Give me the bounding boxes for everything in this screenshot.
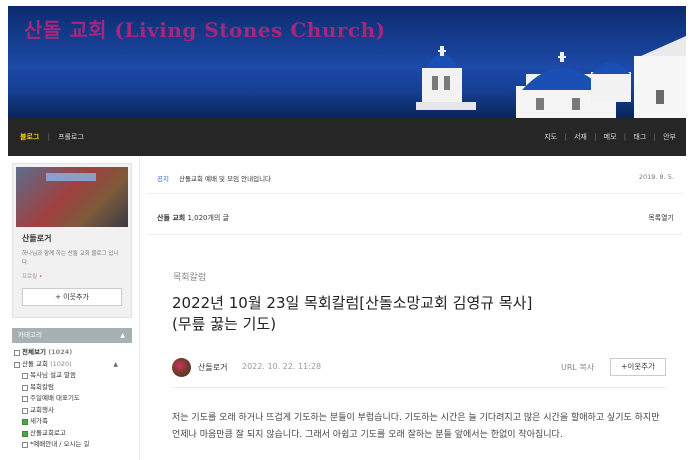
category-label: 주일예배 대표기도	[30, 394, 80, 402]
sidebar-divider	[139, 157, 140, 460]
notice-row[interactable]: 공지 산돌교회 예배 및 모임 안내입니다	[157, 173, 271, 183]
profile-image[interactable]	[16, 167, 128, 227]
category-header-label: 카테고리	[18, 331, 42, 339]
category-item-newcomers[interactable]: 새가족	[12, 416, 132, 428]
profile-link-label[interactable]: 프로필	[22, 274, 37, 280]
post-title-line: 2022년 10월 23일 목회칼럼[산돌소망교회 김영규 목사]	[172, 294, 533, 312]
post-body: 저는 기도를 오래 하거나 뜨겁게 기도하는 분들이 부럽습니다. 기도하는 시…	[172, 413, 660, 440]
profile-link[interactable]: 프로필 •	[22, 272, 131, 280]
nav-divider: |	[564, 133, 567, 141]
list-icon	[22, 442, 28, 448]
category-label: 새가족	[30, 417, 48, 425]
category-header[interactable]: 카테고리 ▲	[12, 328, 132, 343]
url-copy-button[interactable]: URL 복사	[561, 362, 594, 373]
sidebar-follow-button[interactable]: + 이웃추가	[22, 288, 122, 306]
profile-box: 산돌로거 하나님과 함께 하는 산돌 교회 블로그 입니다. 프로필 • + 이…	[12, 163, 132, 318]
profile-description: 하나님과 함께 하는 산돌 교회 블로그 입니다.	[22, 251, 119, 266]
category-item-prayer[interactable]: 주일예배 대표기도	[12, 393, 132, 405]
header-banner: 산돌 교회 (Living Stones Church)	[8, 6, 686, 118]
divider	[148, 234, 682, 235]
post-title: 2022년 10월 23일 목회칼럼[산돌소망교회 김영규 목사] (무릎 꿇는…	[172, 293, 652, 335]
notice-text[interactable]: 산돌교회 예배 및 모임 안내입니다	[179, 175, 271, 183]
top-nav-bar: 블로그 | 프롤로그 지도 | 서재 | 메모 | 태그 | 안부	[8, 118, 686, 156]
nav-map-link[interactable]: 지도	[544, 133, 557, 141]
post-count: 산돌 교회 1,020개의 글	[157, 213, 229, 223]
nav-divider: |	[653, 133, 656, 141]
nav-right-menu: 지도 | 서재 | 메모 | 태그 | 안부	[539, 132, 676, 142]
category-item-directions[interactable]: *예배안내 / 오시는 길	[12, 439, 132, 451]
profile-name[interactable]: 산돌로거	[22, 233, 131, 244]
category-label: 목회칼럼	[30, 382, 54, 391]
nav-library-link[interactable]: 서재	[574, 133, 587, 141]
category-item-all[interactable]: 전체보기 (1024)	[12, 347, 132, 359]
nav-memo-link[interactable]: 메모	[604, 133, 617, 141]
image-icon	[22, 419, 28, 425]
category-count: (1020)	[50, 359, 72, 368]
folder-icon	[14, 361, 20, 368]
image-icon	[22, 430, 28, 437]
nav-tag-link[interactable]: 태그	[633, 133, 646, 141]
category-count: (1024)	[48, 348, 73, 356]
category-label: *예배안내 / 오시는 길	[30, 440, 90, 448]
category-label: 전체보기	[22, 348, 46, 356]
category-label: 산돌교회로고	[30, 428, 66, 437]
category-item-events[interactable]: 교회행사	[12, 405, 132, 417]
nav-blog-link[interactable]: 블로그	[20, 132, 39, 142]
collapse-caret-icon[interactable]: ▲	[113, 359, 118, 371]
post-title-line: (무릎 꿇는 기도)	[172, 315, 277, 333]
notice-date: 2019. 8. 5.	[638, 173, 674, 181]
list-icon	[22, 407, 28, 414]
category-item-church[interactable]: 산돌 교회 (1020) ▲	[12, 359, 132, 371]
author-name[interactable]: 산돌로거	[198, 362, 227, 373]
list-icon	[22, 384, 28, 391]
post-date: 2022. 10. 22. 11:28	[242, 362, 322, 371]
category-label: 목사님 설교 말씀	[30, 371, 76, 379]
author-avatar[interactable]	[172, 358, 191, 377]
notice-tag: 공지	[157, 175, 169, 183]
divider	[148, 193, 682, 194]
collapse-caret-icon[interactable]: ▲	[120, 328, 125, 343]
nav-guestbook-link[interactable]: 안부	[663, 133, 676, 141]
list-icon	[22, 396, 28, 402]
nav-divider: |	[594, 133, 597, 141]
category-label: 산돌 교회	[22, 359, 48, 368]
post-category[interactable]: 목회칼럼	[173, 270, 206, 283]
open-list-button[interactable]: 목록열기	[648, 213, 674, 223]
nav-separator: |	[47, 133, 50, 141]
category-label: 교회행사	[30, 405, 54, 414]
post-follow-button[interactable]: +이웃추가	[610, 358, 666, 376]
category-item-column[interactable]: 목회칼럼	[12, 382, 132, 394]
category-list: 전체보기 (1024) 산돌 교회 (1020) ▲ 목사님 설교 말씀 목회칼…	[12, 347, 132, 451]
blog-name-label: 산돌 교회	[157, 214, 186, 222]
post-count-text: 1,020개의 글	[187, 214, 230, 222]
list-icon	[22, 373, 28, 379]
list-icon	[14, 350, 20, 356]
sidebar: 산돌로거 하나님과 함께 하는 산돌 교회 블로그 입니다. 프로필 • + 이…	[12, 163, 132, 451]
divider	[172, 387, 666, 388]
category-item-logo[interactable]: 산돌교회로고	[12, 428, 132, 440]
nav-prologue-link[interactable]: 프롤로그	[58, 132, 84, 142]
blog-title[interactable]: 산돌 교회 (Living Stones Church)	[24, 14, 386, 43]
church-domes-illustration	[416, 36, 686, 118]
category-item-sermon[interactable]: 목사님 설교 말씀	[12, 370, 132, 382]
nav-divider: |	[623, 133, 627, 141]
new-dot-icon: •	[38, 274, 43, 280]
